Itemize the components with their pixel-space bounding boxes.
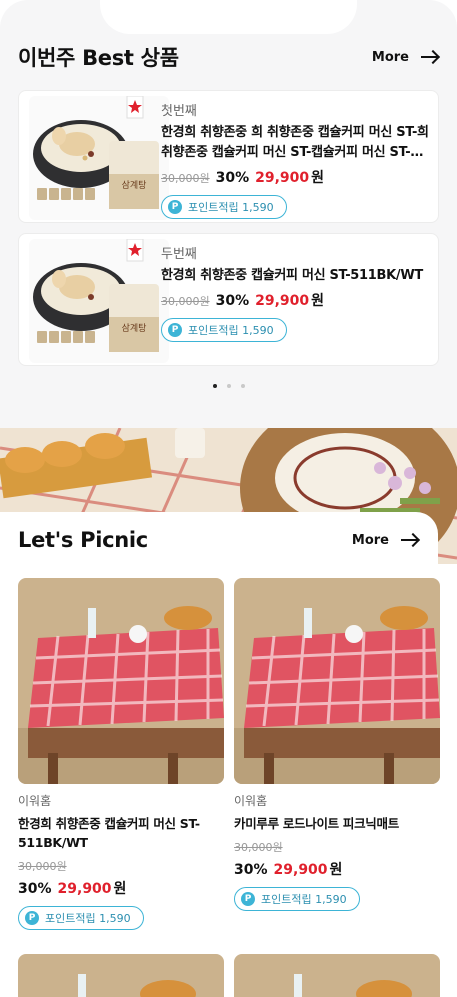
top-notch <box>100 0 357 34</box>
point-icon: P <box>25 911 39 925</box>
sale-price: 29,900 <box>57 881 112 897</box>
currency-unit: 원 <box>329 862 343 878</box>
currency-unit: 원 <box>311 293 325 309</box>
pagination-dot[interactable] <box>212 384 217 388</box>
discount-rate: 30% <box>215 293 250 309</box>
original-price: 30,000원 <box>234 841 283 854</box>
currency-unit: 원 <box>311 170 325 186</box>
more-label: More <box>351 532 389 548</box>
price-row: 30,000원 30% 29,900 원 <box>161 290 430 310</box>
pagination-dot[interactable] <box>226 384 231 388</box>
original-price: 30,000원 <box>161 295 210 308</box>
product-brand: 이워홈 <box>18 794 52 808</box>
point-label: 포인트적립 1,590 <box>45 912 131 925</box>
point-icon: P <box>168 200 182 214</box>
product-name[interactable]: 카미루루 로드나이트 피크닉매트 <box>234 814 440 833</box>
carousel-pagination <box>0 384 457 388</box>
product-name[interactable]: 한경희 취향존중 캡슐커피 머신 ST-511BK/WT <box>18 814 224 852</box>
product-rank: 첫번째 <box>161 104 197 119</box>
product-image[interactable] <box>18 954 224 997</box>
best-product-card[interactable]: 삼계탕 두번째 한경희 취향존중 캡슐커피 머신 ST-511BK/WT 30,… <box>18 233 439 366</box>
best-header: 이번주 Best 상품 More <box>18 42 439 72</box>
picnic-title: Let's Picnic <box>18 528 148 552</box>
sale-price: 29,900 <box>255 170 310 186</box>
arrow-right-icon <box>401 534 419 546</box>
product-image: 삼계탕 <box>29 96 169 220</box>
product-name[interactable]: 한경희 취향존중 캡슐커피 머신 ST-511BK/WT <box>161 266 430 286</box>
point-label: 포인트적립 1,590 <box>188 201 274 214</box>
picnic-product-card[interactable]: 이워홈 카미루루 로드나이트 피크닉매트 30,000원 30% 29,900 … <box>234 578 440 911</box>
point-badge[interactable]: P 포인트적립 1,590 <box>18 906 144 930</box>
product-brand: 이워홈 <box>234 794 268 808</box>
svg-text:삼계탕: 삼계탕 <box>122 179 147 191</box>
point-label: 포인트적립 1,590 <box>261 893 347 906</box>
best-more-button[interactable]: More <box>372 50 439 65</box>
original-price: 30,000원 <box>161 172 210 185</box>
product-rank: 두번째 <box>161 247 197 262</box>
price-row: 30,000원 30% 29,900 원 <box>161 167 430 187</box>
best-product-card[interactable]: 삼계탕 첫번째 한경희 취향존중 희 취향존중 캡슐커피 머신 ST-희 취향존… <box>18 90 439 223</box>
product-image <box>18 578 224 784</box>
more-label: More <box>371 49 409 65</box>
price-row: 30% 29,900 원 <box>18 878 224 898</box>
discount-rate: 30% <box>18 881 52 897</box>
sale-price: 29,900 <box>255 293 310 309</box>
picnic-product-card[interactable]: 이워홈 한경희 취향존중 캡슐커피 머신 ST-511BK/WT 30,000원… <box>18 578 224 930</box>
original-price: 30,000원 <box>18 860 67 873</box>
product-name[interactable]: 한경희 취향존중 희 취향존중 캡슐커피 머신 ST-희 취향존중 캡슐커피 머… <box>161 123 430 163</box>
product-image <box>234 578 440 784</box>
point-badge[interactable]: P 포인트적립 1,590 <box>234 887 360 911</box>
best-section: 이번주 Best 상품 More 삼계탕 첫번째 한경희 취향존중 희 취향존중… <box>0 0 457 428</box>
picnic-more-button[interactable]: More <box>352 533 419 548</box>
picnic-header: Let's Picnic More <box>18 528 419 552</box>
svg-text:삼계탕: 삼계탕 <box>122 322 147 334</box>
point-icon: P <box>241 892 255 906</box>
best-title: 이번주 Best 상품 <box>18 46 179 70</box>
point-label: 포인트적립 1,590 <box>188 324 274 337</box>
pagination-dot[interactable] <box>240 384 245 388</box>
point-icon: P <box>168 323 182 337</box>
discount-rate: 30% <box>215 170 250 186</box>
product-image: 삼계탕 <box>29 239 169 363</box>
product-image[interactable] <box>234 954 440 997</box>
arrow-right-icon <box>421 51 439 63</box>
discount-rate: 30% <box>234 862 268 878</box>
price-row: 30% 29,900 원 <box>234 859 440 879</box>
currency-unit: 원 <box>113 881 127 897</box>
sale-price: 29,900 <box>273 862 328 878</box>
point-badge[interactable]: P 포인트적립 1,590 <box>161 318 287 342</box>
point-badge[interactable]: P 포인트적립 1,590 <box>161 195 287 219</box>
